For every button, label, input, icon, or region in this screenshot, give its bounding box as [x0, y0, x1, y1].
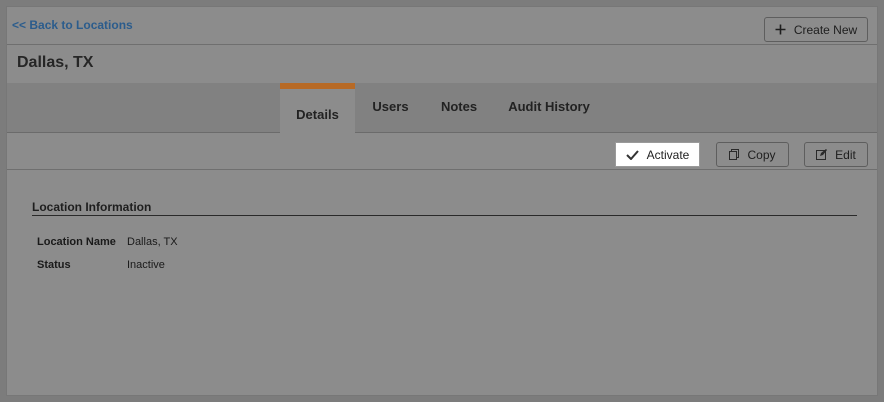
back-to-locations-link[interactable]: << Back to Locations	[12, 18, 133, 32]
location-name-value: Dallas, TX	[127, 236, 178, 248]
copy-icon	[729, 149, 740, 160]
tab-notes[interactable]: Notes	[435, 83, 483, 133]
tab-users-label: Users	[372, 98, 409, 114]
create-new-button[interactable]: Create New	[764, 17, 868, 42]
checkmark-icon	[625, 149, 639, 160]
create-new-label: Create New	[793, 22, 858, 37]
location-name-label: Location Name	[37, 236, 116, 248]
status-value: Inactive	[127, 259, 165, 271]
activate-label: Activate	[646, 147, 690, 162]
status-label: Status	[37, 259, 71, 271]
tab-audit-history-label: Audit History	[508, 98, 590, 114]
title-bar: Dallas, TX	[7, 45, 877, 83]
edit-label: Edit	[835, 147, 856, 162]
page-frame: << Back to Locations Create New Dallas, …	[6, 6, 878, 396]
copy-button[interactable]: Copy	[716, 142, 789, 167]
copy-label: Copy	[747, 147, 776, 162]
tab-details[interactable]: Details	[280, 83, 355, 134]
activate-button[interactable]: Activate	[615, 142, 700, 167]
plus-icon	[775, 24, 786, 35]
page-title: Dallas, TX	[17, 54, 94, 71]
top-bar: << Back to Locations Create New	[7, 7, 877, 45]
tab-details-label: Details	[296, 107, 339, 122]
tab-audit-history[interactable]: Audit History	[503, 83, 595, 133]
tab-bar: Details Users Notes Audit History	[7, 83, 877, 134]
action-bar: Activate Copy Edit	[7, 133, 877, 170]
tab-users[interactable]: Users	[363, 83, 418, 133]
section-heading: Location Information	[32, 200, 857, 216]
edit-icon	[816, 149, 828, 160]
edit-button[interactable]: Edit	[804, 142, 868, 167]
tab-notes-label: Notes	[440, 98, 478, 114]
